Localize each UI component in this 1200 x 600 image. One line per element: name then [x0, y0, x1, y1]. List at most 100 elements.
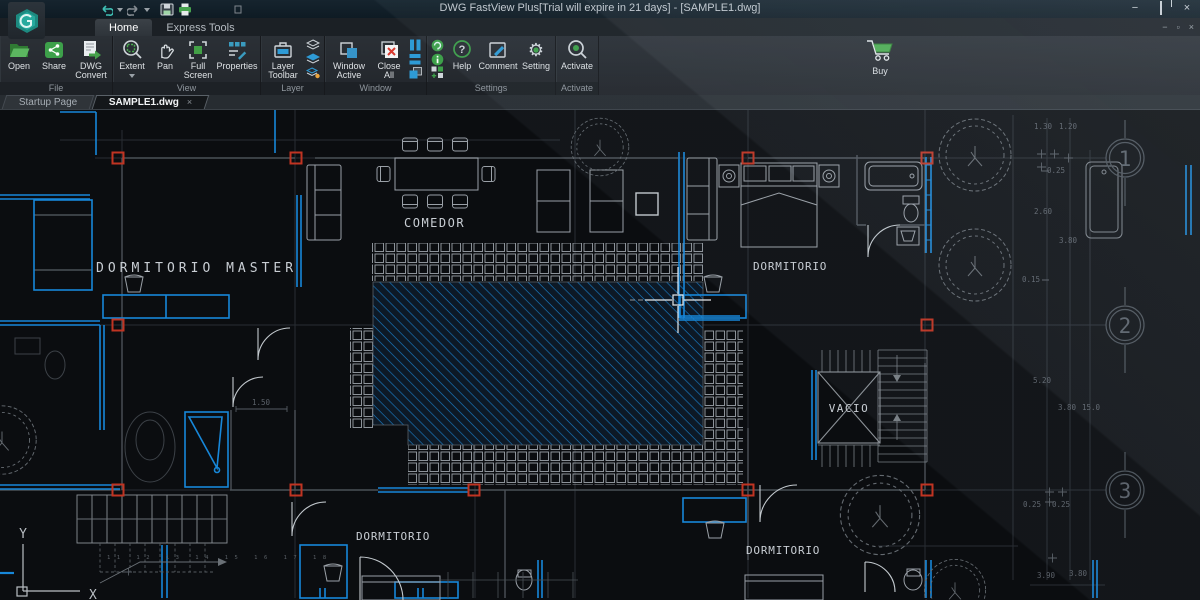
- help-button[interactable]: ? Help: [447, 37, 477, 71]
- share-icon: [44, 40, 64, 60]
- group-label-layer: Layer: [261, 82, 324, 95]
- properties-button[interactable]: Properties: [216, 37, 258, 71]
- group-label-activate: Activate: [556, 82, 598, 95]
- open-button[interactable]: Open: [2, 37, 36, 71]
- window-active-button[interactable]: Window Active: [327, 37, 371, 81]
- room-label-dormitorio-bc: DORMITORIO: [356, 530, 430, 543]
- mdi-close-button[interactable]: ×: [1189, 22, 1194, 32]
- quick-access-toolbar: [100, 3, 242, 16]
- help-icon: ?: [451, 39, 473, 61]
- dim-text: 1.20: [1059, 122, 1078, 131]
- room-label-comedor: COMEDOR: [404, 216, 465, 230]
- courtyard-hatch: [373, 282, 703, 445]
- drawing-canvas[interactable]: 11 12 13 14 15 16 17 18: [0, 110, 1200, 600]
- activate-button[interactable]: Activate: [558, 37, 596, 71]
- ribbon-group-view: Extent Pan Full Screen: [113, 36, 261, 95]
- window-active-icon: [338, 39, 360, 61]
- dwg-convert-icon: [80, 40, 102, 61]
- share-button[interactable]: Share: [37, 37, 71, 71]
- ribbon-group-activate: Activate Activate: [556, 36, 599, 95]
- pan-hand-icon: [155, 39, 175, 61]
- restore-button[interactable]: [1154, 2, 1168, 15]
- tab-startup-page[interactable]: Startup Page: [2, 95, 95, 109]
- setting-button[interactable]: ⚙ Setting: [519, 37, 553, 71]
- extent-icon: [121, 39, 143, 61]
- tab-sample1-dwg[interactable]: SAMPLE1.dwg×: [92, 95, 210, 109]
- full-screen-button[interactable]: Full Screen: [181, 37, 215, 81]
- dwg-convert-button[interactable]: DWG Convert: [72, 37, 110, 81]
- dim-text: 2.60: [1034, 207, 1053, 216]
- ucs-icon: [17, 544, 80, 596]
- cascade-windows-icon[interactable]: [409, 67, 422, 79]
- app-logo[interactable]: [8, 2, 45, 39]
- ribbon-tab-bar: Home Express Tools − ▫ ×: [0, 18, 1200, 36]
- about-info-icon[interactable]: [431, 53, 444, 66]
- close-all-button[interactable]: Close All: [372, 37, 406, 81]
- properties-icon: [226, 39, 248, 61]
- ribbon-group-settings: ? Help Comment ⚙ Setting Settings: [427, 36, 556, 95]
- check-update-icon[interactable]: [431, 39, 444, 52]
- full-screen-icon: [187, 39, 209, 61]
- undo-dropdown-caret[interactable]: [117, 8, 123, 12]
- ui-layout-icon[interactable]: [431, 66, 444, 79]
- dim-text: 15.0: [1082, 403, 1101, 412]
- room-label-vacio: VACIO: [829, 402, 870, 415]
- floor-plan-svg[interactable]: 11 12 13 14 15 16 17 18: [0, 110, 1200, 600]
- fastview-logo-icon: [14, 8, 40, 34]
- dim-text: 3.90: [1037, 571, 1056, 580]
- tab-close-icon[interactable]: ×: [187, 97, 192, 107]
- stairs-bottom-left: [77, 495, 227, 583]
- tab-home[interactable]: Home: [95, 19, 152, 36]
- ribbon: Open Share DWG Convert File: [0, 36, 1200, 95]
- dim-text: 5.20: [1033, 376, 1052, 385]
- pergola-lines: [440, 572, 578, 598]
- qat-customize-icon[interactable]: [234, 5, 242, 14]
- dim-text: 0.25: [1023, 500, 1041, 509]
- ribbon-group-window: Window Active Close All: [325, 36, 427, 95]
- buy-button[interactable]: Buy: [858, 38, 902, 76]
- save-icon[interactable]: [160, 3, 174, 16]
- print-icon[interactable]: [178, 3, 192, 16]
- minimize-button[interactable]: −: [1128, 2, 1142, 15]
- close-button[interactable]: ×: [1180, 2, 1194, 15]
- redo-icon[interactable]: [127, 4, 140, 16]
- activate-icon: [566, 39, 588, 61]
- dim-text: 1.50: [252, 398, 271, 407]
- ribbon-group-layer: Layer Toolbar Layer: [261, 36, 325, 95]
- layer-toolbar-button[interactable]: Layer Toolbar: [263, 37, 303, 81]
- group-label-view: View: [113, 82, 260, 95]
- room-label-dormitorio-br: DORMITORIO: [746, 544, 820, 557]
- buy-cart-icon: [865, 38, 895, 64]
- tab-express-tools[interactable]: Express Tools: [152, 19, 248, 36]
- ucs-y-label: Y: [19, 527, 27, 542]
- dim-text: 0.15: [1022, 275, 1040, 284]
- setting-gear-icon: ⚙: [525, 39, 547, 61]
- document-tab-bar: Startup Page SAMPLE1.dwg×: [0, 95, 1200, 110]
- dim-text: 3.80: [1058, 403, 1077, 412]
- tile-vertical-icon[interactable]: [409, 39, 422, 51]
- tile-horizontal-icon[interactable]: [409, 53, 422, 65]
- dim-text: 0.25: [1052, 500, 1070, 509]
- extent-dropdown-caret[interactable]: [129, 74, 135, 78]
- redo-dropdown-caret[interactable]: [144, 8, 150, 12]
- comment-button[interactable]: Comment: [478, 37, 518, 71]
- layer-stack-icon[interactable]: [306, 39, 320, 51]
- group-label-window: Window: [325, 82, 426, 95]
- undo-icon[interactable]: [100, 4, 113, 16]
- layer-isolate-icon[interactable]: [306, 53, 320, 65]
- restore-icon: [1160, 1, 1162, 15]
- ribbon-group-file: Open Share DWG Convert File: [0, 36, 113, 95]
- comment-icon: [487, 39, 509, 61]
- room-label-dormitorio-master: DORMITORIO MASTER: [96, 261, 297, 276]
- stair-numbers: 11 12 13 14 15 16 17 18: [107, 555, 333, 561]
- layer-toolbar-icon: [272, 39, 294, 61]
- layer-state-icon[interactable]: [306, 67, 320, 79]
- extent-button[interactable]: Extent: [115, 37, 149, 81]
- group-label-file: File: [0, 82, 112, 95]
- mdi-minimize-button[interactable]: −: [1162, 22, 1167, 32]
- dim-text: 3.80: [1069, 569, 1088, 578]
- grid-bubble-label: 2: [1119, 314, 1132, 338]
- dim-text: 3.80: [1059, 236, 1078, 245]
- pan-button[interactable]: Pan: [150, 37, 180, 71]
- mdi-restore-button[interactable]: ▫: [1177, 22, 1180, 32]
